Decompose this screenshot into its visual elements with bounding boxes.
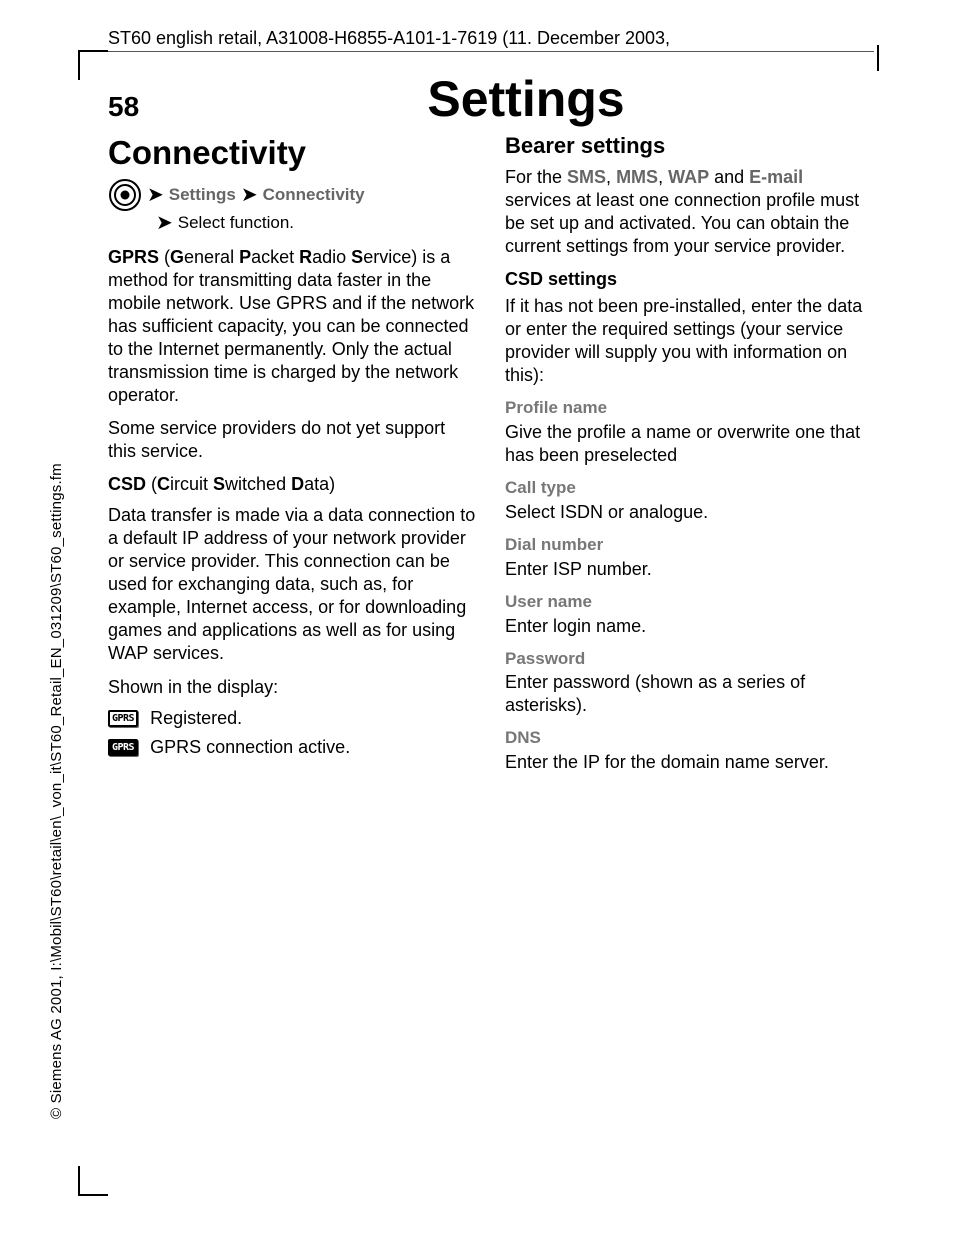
registered-text: Registered. xyxy=(150,707,242,730)
active-text: GPRS connection active. xyxy=(150,736,350,759)
nav-path-line2: ➤ Select function. xyxy=(156,212,477,234)
password-heading: Password xyxy=(505,648,874,670)
spine-copyright: © Siemens AG 2001, I:\Mobil\ST60\retail\… xyxy=(48,463,65,1119)
gprs-note: Some service providers do not yet suppor… xyxy=(108,417,477,463)
page-content: ST60 english retail, A31008-H6855-A101-1… xyxy=(108,28,874,1196)
user-name-heading: User name xyxy=(505,591,874,613)
crop-mark-bottom-left xyxy=(78,1166,108,1196)
menu-ring-icon xyxy=(108,178,142,212)
csd-definition: CSD (Circuit Switched Data) xyxy=(108,473,477,496)
dns-body: Enter the IP for the domain name server. xyxy=(505,751,874,774)
dns-heading: DNS xyxy=(505,727,874,749)
call-type-heading: Call type xyxy=(505,477,874,499)
title-row: 58 Settings xyxy=(108,70,874,128)
nav-settings: Settings xyxy=(169,184,236,206)
csd-settings-heading: CSD settings xyxy=(505,268,874,291)
display-row-registered: GPRS Registered. xyxy=(108,707,477,730)
running-header: ST60 english retail, A31008-H6855-A101-1… xyxy=(108,28,874,52)
gprs-badge-icon: GPRS xyxy=(108,710,138,727)
bearer-intro: For the SMS, MMS, WAP and E-mail service… xyxy=(505,166,874,258)
call-type-body: Select ISDN or analogue. xyxy=(505,501,874,524)
page-number: 58 xyxy=(108,91,178,123)
nav-connectivity: Connectivity xyxy=(263,184,365,206)
user-name-body: Enter login name. xyxy=(505,615,874,638)
arrow-icon: ➤ xyxy=(241,185,258,205)
gprs-badge-active-icon: GPRS xyxy=(108,739,138,756)
nav-path: ➤ Settings ➤ Connectivity xyxy=(108,178,477,212)
arrow-icon: ➤ xyxy=(156,213,173,233)
dial-number-heading: Dial number xyxy=(505,534,874,556)
right-column: Bearer settings For the SMS, MMS, WAP an… xyxy=(505,132,874,784)
dial-number-body: Enter ISP number. xyxy=(505,558,874,581)
crop-mark-top-left xyxy=(78,50,108,80)
csd-settings-body: If it has not been pre-installed, enter … xyxy=(505,295,874,387)
nav-select-function: Select function. xyxy=(178,212,294,234)
profile-name-body: Give the profile a name or overwrite one… xyxy=(505,421,874,467)
password-body: Enter password (shown as a series of ast… xyxy=(505,671,874,717)
profile-name-heading: Profile name xyxy=(505,397,874,419)
csd-body: Data transfer is made via a data connect… xyxy=(108,504,477,665)
section-connectivity: Connectivity xyxy=(108,132,477,174)
page-title: Settings xyxy=(178,70,874,128)
display-row-active: GPRS GPRS connection active. xyxy=(108,736,477,759)
arrow-icon: ➤ xyxy=(147,185,164,205)
section-bearer-settings: Bearer settings xyxy=(505,132,874,160)
left-column: Connectivity ➤ Settings ➤ Connectivity ➤… xyxy=(108,132,477,784)
crop-mark-right xyxy=(877,45,879,71)
gprs-definition: GPRS (General Packet Radio Service) is a… xyxy=(108,246,477,407)
shown-label: Shown in the display: xyxy=(108,676,477,699)
